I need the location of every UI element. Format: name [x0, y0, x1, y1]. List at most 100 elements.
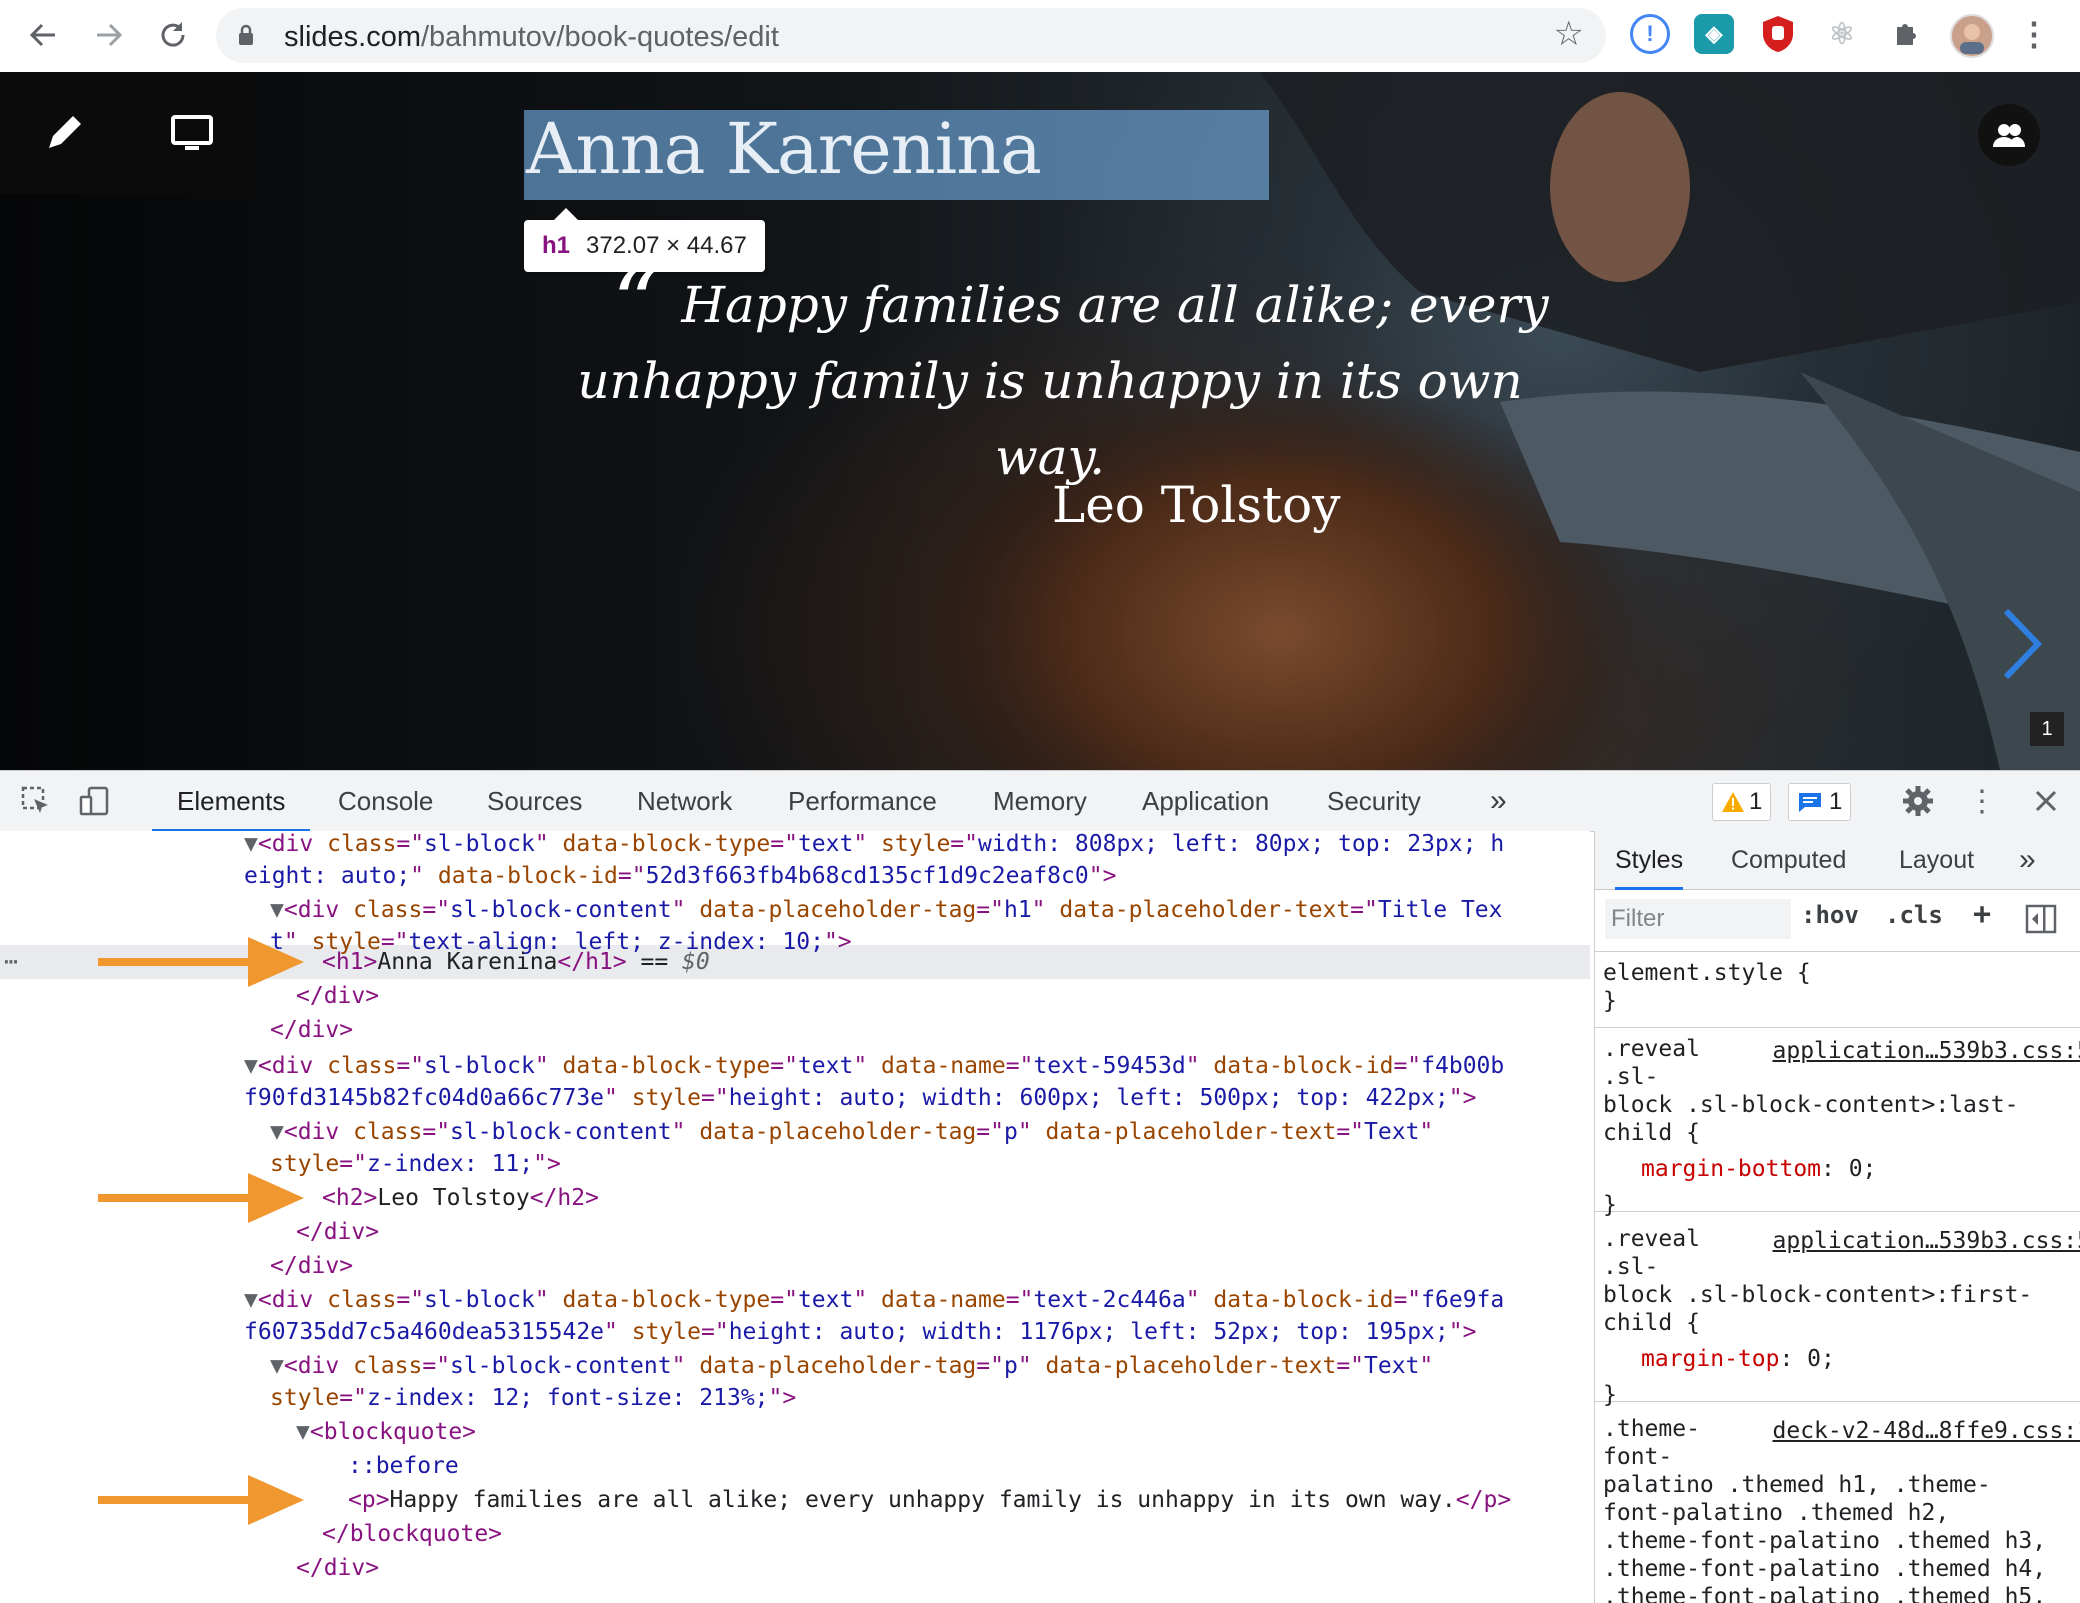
inspect-element-icon[interactable] [18, 783, 54, 819]
dom-line[interactable]: ▼<blockquote> [296, 1415, 476, 1449]
tab-performance[interactable]: Performance [788, 771, 937, 829]
dom-line[interactable]: </blockquote> [322, 1517, 502, 1551]
warnings-count: 1 [1749, 788, 1762, 816]
more-tabs-icon[interactable]: » [1490, 771, 1507, 829]
dom-line[interactable]: style="z-index: 11;"> [270, 1147, 561, 1181]
dom-line[interactable]: </div> [270, 1013, 353, 1047]
rule-line: block .sl-block-content>:first- [1603, 1281, 2080, 1309]
reload-icon[interactable] [150, 12, 196, 58]
dom-line-pseudo[interactable]: ::before [348, 1449, 459, 1483]
cube-extension-icon[interactable]: ◈ [1694, 14, 1734, 54]
rule-line: .sl- [1603, 1063, 2080, 1091]
tab-memory[interactable]: Memory [993, 771, 1087, 829]
url-text: slides.com/bahmutov/book-quotes/edit [284, 21, 779, 54]
settings-gear-icon[interactable] [1900, 783, 1936, 819]
quote-content: Happy families are all alike; every unha… [551, 276, 1548, 486]
rule-line: child { [1603, 1119, 2080, 1147]
browser-menu-icon[interactable]: ⋮ [2014, 14, 2054, 54]
bookmark-star-icon[interactable]: ☆ [1554, 14, 1584, 54]
close-devtools-icon[interactable] [2028, 783, 2064, 819]
class-toggle[interactable]: .cls [1885, 901, 1943, 929]
dom-line[interactable]: ▼<div class="sl-block" data-block-type="… [244, 1283, 1504, 1317]
dom-line[interactable]: f60735dd7c5a460dea5315542e" style="heigh… [244, 1315, 1476, 1349]
dom-line[interactable]: style="z-index: 12; font-size: 213%;"> [270, 1381, 796, 1415]
dom-line-p[interactable]: <p>Happy families are all alike; every u… [348, 1483, 1511, 1517]
device-toolbar-icon[interactable] [76, 783, 112, 819]
devtools-menu-icon[interactable]: ⋮ [1964, 783, 2000, 819]
messages-badge[interactable]: 1 [1788, 783, 1851, 821]
rule-line: child { [1603, 1309, 2080, 1337]
puzzle-extensions-icon[interactable] [1886, 14, 1926, 54]
dom-line[interactable]: ▼<div class="sl-block-content" data-plac… [270, 1349, 1433, 1383]
tab-sources[interactable]: Sources [487, 771, 582, 829]
stylesheet-link[interactable]: application…539b3.css:5 [1773, 1037, 2080, 1065]
warnings-badge[interactable]: 1 [1712, 783, 1771, 821]
dom-line[interactable]: ▼<div class="sl-block" data-block-type="… [244, 1049, 1504, 1083]
toggle-sidebar-icon[interactable] [2023, 901, 2059, 937]
dom-line[interactable]: </div> [296, 979, 379, 1013]
tab-console[interactable]: Console [338, 771, 433, 829]
rule-line: .theme-font-palatino .themed h5, [1603, 1583, 2080, 1603]
devtools-tabbar: Elements Console Sources Network Perform… [0, 771, 2080, 832]
back-icon[interactable] [20, 12, 66, 58]
hover-state-toggle[interactable]: :hov [1801, 901, 1859, 929]
tab-security[interactable]: Security [1327, 771, 1421, 829]
dom-line[interactable]: eight: auto;" data-block-id="52d3f663fb4… [244, 859, 1116, 893]
style-rule-last-child[interactable]: application…539b3.css:5 .reveal .sl- blo… [1595, 1031, 2080, 1212]
editor-toolbar [0, 72, 256, 194]
messages-count: 1 [1829, 788, 1842, 816]
quote-author[interactable]: Leo Tolstoy [1052, 476, 1340, 534]
present-monitor-icon[interactable] [128, 72, 256, 194]
pencil-edit-icon[interactable] [0, 72, 128, 194]
dom-line[interactable]: ▼<div class="sl-block" data-block-type="… [244, 831, 1504, 861]
stylesheet-link[interactable]: application…539b3.css:5 [1773, 1227, 2080, 1255]
style-rule-element[interactable]: element.style { } [1595, 955, 2080, 1028]
more-style-tabs-icon[interactable]: » [2019, 831, 2036, 887]
annotation-arrow [98, 1473, 304, 1527]
rule-declaration[interactable]: margin-top: 0; [1603, 1337, 2080, 1381]
rule-line: } [1603, 1191, 2080, 1219]
dom-line[interactable]: </div> [296, 1551, 379, 1585]
style-rule-theme-font[interactable]: deck-v2-48d…8ffe9.css:1 .theme- font- pa… [1595, 1411, 2080, 1603]
styles-filter-input[interactable]: Filter [1605, 899, 1791, 939]
new-rule-button[interactable]: + [1973, 897, 1991, 932]
react-devtools-icon[interactable]: ⚛ [1822, 14, 1862, 54]
collaborators-icon[interactable] [1978, 104, 2040, 166]
styles-filter-row: Filter :hov .cls + [1595, 889, 2080, 952]
tab-application[interactable]: Application [1142, 771, 1269, 829]
forward-icon[interactable] [86, 12, 132, 58]
ublock-icon[interactable] [1758, 14, 1798, 54]
styles-pane: Styles Computed Layout » Filter :hov .cl… [1594, 831, 2080, 1603]
next-slide-arrow-icon[interactable] [2000, 607, 2044, 681]
profile-avatar[interactable] [1950, 14, 1994, 58]
dom-line[interactable]: </div> [296, 1215, 379, 1249]
rule-line: .theme-font-palatino .themed h4, [1603, 1555, 2080, 1583]
address-bar[interactable]: slides.com/bahmutov/book-quotes/edit ☆ [216, 8, 1606, 63]
slide-title[interactable]: Anna Karenina [526, 108, 1041, 190]
dom-line[interactable]: </div> [270, 1249, 353, 1283]
slide-canvas[interactable]: Anna Karenina h1 372.07 × 44.67 “ Happy … [0, 72, 2080, 770]
tooltip-size: 372.07 × 44.67 [586, 232, 747, 260]
elements-dom-tree[interactable]: ⋯ ▼<div class="sl-block" data-block-type… [0, 831, 1590, 1603]
dom-line[interactable]: ▼<div class="sl-block-content" data-plac… [270, 893, 1503, 927]
row-dots-icon[interactable]: ⋯ [4, 945, 18, 979]
stylesheet-link[interactable]: deck-v2-48d…8ffe9.css:1 [1773, 1417, 2080, 1445]
tab-layout[interactable]: Layout [1899, 831, 1974, 887]
styles-tabbar: Styles Computed Layout » [1595, 831, 2080, 890]
dom-line-selected-h1[interactable]: <h1>Anna Karenina</h1> == $0 [322, 945, 710, 979]
rule-line: block .sl-block-content>:last- [1603, 1091, 2080, 1119]
tab-computed[interactable]: Computed [1731, 831, 1846, 887]
rule-declaration[interactable]: margin-bottom: 0; [1603, 1147, 2080, 1191]
tab-styles[interactable]: Styles [1615, 831, 1683, 890]
style-rule-first-child[interactable]: application…539b3.css:5 .reveal .sl- blo… [1595, 1221, 2080, 1402]
dom-line-h2[interactable]: <h2>Leo Tolstoy</h2> [322, 1181, 599, 1215]
password-extension-icon[interactable]: ! [1630, 14, 1670, 54]
dom-line[interactable]: ▼<div class="sl-block-content" data-plac… [270, 1115, 1433, 1149]
rule-line: .sl- [1603, 1253, 2080, 1281]
warning-icon [1721, 791, 1745, 813]
rule-line: font- [1603, 1443, 2080, 1471]
tab-network[interactable]: Network [637, 771, 732, 829]
tab-elements[interactable]: Elements [152, 771, 310, 832]
quote-text[interactable]: Happy families are all alike; every unha… [520, 267, 1580, 495]
dom-line[interactable]: f90fd3145b82fc04d0a66c773e" style="heigh… [244, 1081, 1476, 1115]
